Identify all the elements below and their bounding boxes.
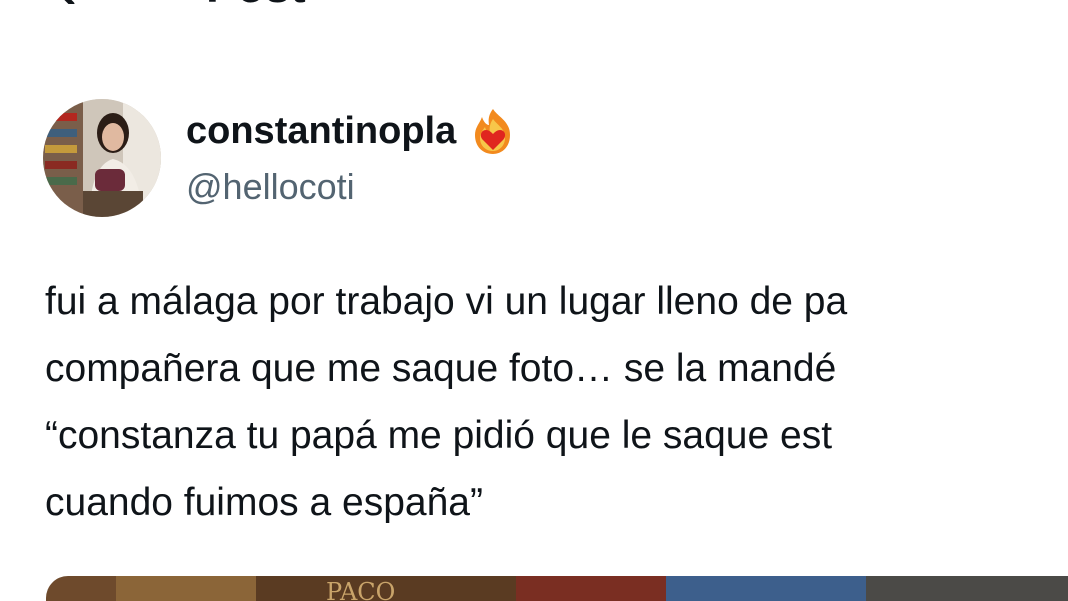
media-sign-text: PACO — [326, 578, 396, 601]
tweet-text: fui a málaga por trabajo vi un lugar lle… — [45, 268, 1068, 536]
author-name-row: constantinopla — [186, 106, 516, 156]
tweet-line: compañera que me saque foto… se la mandé — [45, 347, 837, 390]
tweet-line: fui a málaga por trabajo vi un lugar lle… — [45, 280, 848, 323]
arrow-left-icon[interactable] — [50, 0, 90, 4]
avatar-photo — [43, 99, 161, 217]
media-photo-segment — [866, 576, 1068, 601]
avatar[interactable] — [43, 99, 161, 217]
page-title: Post — [206, 0, 306, 10]
media-photo-segment — [116, 576, 256, 601]
display-name[interactable]: constantinopla — [186, 107, 456, 155]
author-handle[interactable]: @hellocoti — [186, 163, 355, 211]
media-photo-segment: PACO — [256, 576, 516, 601]
media-photo-segment — [516, 576, 666, 601]
media-photo-segment — [46, 576, 116, 601]
tweet-media[interactable]: PACO — [46, 576, 1068, 601]
post-page: Post constantinopla @hellocoti fui a — [0, 0, 1068, 601]
tweet-line: cuando fuimos a españa” — [45, 481, 483, 524]
media-photo-segment — [666, 576, 866, 601]
flame-heart-icon — [475, 109, 511, 154]
tweet-line: “constanza tu papá me pidió que le saque… — [45, 414, 833, 457]
top-bar: Post — [0, 0, 1068, 10]
